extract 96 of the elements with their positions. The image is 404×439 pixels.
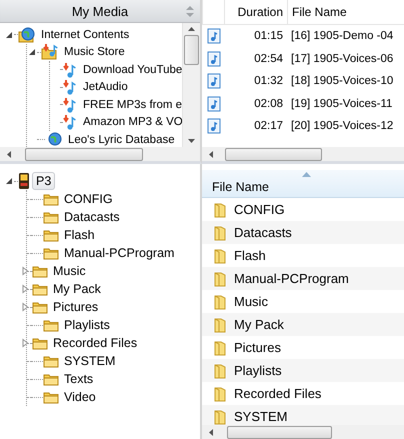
table-cell-text: 01:15 bbox=[253, 30, 284, 42]
folder-name[interactable]: CONFIG bbox=[234, 202, 285, 217]
folder-icon bbox=[43, 390, 59, 404]
folder-icon bbox=[214, 340, 226, 356]
expand-icon[interactable] bbox=[20, 338, 30, 348]
scroll-thumb[interactable] bbox=[184, 35, 199, 65]
tree-item[interactable]: Pictures bbox=[50, 299, 102, 315]
tree-item[interactable]: Leo's Lyric Database bbox=[65, 132, 178, 147]
tree-item[interactable]: FREE MP3s from e bbox=[80, 98, 182, 112]
tree-item[interactable]: CONFIG bbox=[61, 191, 116, 207]
tree-item[interactable]: P3 bbox=[32, 172, 56, 190]
table-cell-text: [19] 1905-Voices-11 bbox=[290, 98, 394, 110]
panel-title: My Media bbox=[72, 4, 128, 18]
table-cell-text: 01:32 bbox=[253, 75, 284, 88]
table-cell-text: [17] 1905-Voices-06 bbox=[290, 52, 394, 65]
download-note-icon bbox=[62, 79, 78, 96]
table-cell-text: [16] 1905-Demo -04 bbox=[290, 30, 394, 42]
tree-item[interactable]: JetAudio bbox=[80, 80, 131, 94]
scroll-up-icon[interactable] bbox=[188, 26, 195, 33]
collapse-icon[interactable] bbox=[4, 176, 14, 186]
tree-item[interactable]: Texts bbox=[61, 371, 96, 387]
tree-item[interactable]: My Pack bbox=[50, 281, 104, 297]
folder-name[interactable]: Recorded Files bbox=[234, 386, 322, 401]
table-cell-text: [20] 1905-Voices-12 bbox=[290, 120, 394, 132]
folder-icon bbox=[43, 228, 59, 242]
download-note-icon bbox=[62, 114, 78, 130]
folder-icon bbox=[214, 248, 226, 264]
folder-icon bbox=[32, 336, 48, 350]
table-cell-text: 02:08 bbox=[253, 98, 284, 110]
folder-icon bbox=[43, 372, 59, 386]
tree-item[interactable]: Flash bbox=[61, 227, 98, 243]
tree-item[interactable]: Amazon MP3 & VO bbox=[80, 115, 182, 130]
column-header[interactable]: File Name bbox=[287, 0, 404, 24]
tree-item[interactable]: Music Store bbox=[61, 45, 128, 60]
folder-name[interactable]: Datacasts bbox=[234, 225, 292, 240]
tree-item[interactable]: Internet Contents bbox=[38, 28, 132, 42]
media-player-icon bbox=[18, 172, 30, 190]
globe-folder-icon bbox=[18, 26, 36, 43]
tree-item[interactable]: Download YouTube bbox=[80, 62, 182, 77]
folder-icon bbox=[43, 192, 59, 206]
horizontal-scrollbar[interactable] bbox=[0, 147, 200, 161]
folder-icon bbox=[32, 282, 48, 296]
music-file-icon bbox=[206, 28, 222, 44]
download-note-icon bbox=[62, 62, 78, 78]
folder-icon bbox=[214, 224, 226, 240]
horizontal-scrollbar[interactable] bbox=[202, 425, 404, 439]
folder-icon bbox=[214, 270, 226, 286]
folder-name[interactable]: Flash bbox=[234, 248, 266, 263]
folder-name[interactable]: Music bbox=[234, 294, 268, 309]
collapse-icon[interactable] bbox=[27, 47, 37, 58]
folder-icon bbox=[214, 362, 226, 378]
folder-icon bbox=[43, 354, 59, 368]
collapse-icon[interactable] bbox=[4, 30, 14, 40]
table-cell-text: 02:17 bbox=[253, 120, 284, 132]
scroll-thumb[interactable] bbox=[225, 148, 322, 160]
folder-icon bbox=[214, 386, 226, 402]
folder-name[interactable]: SYSTEM bbox=[234, 409, 288, 424]
scroll-left-icon[interactable] bbox=[208, 428, 215, 436]
table-cell-text: [18] 1905-Voices-10 bbox=[290, 75, 394, 88]
folder-name[interactable]: Playlists bbox=[234, 363, 282, 378]
folder-icon bbox=[214, 294, 226, 310]
download-note-icon bbox=[62, 96, 78, 113]
folder-name[interactable]: Pictures bbox=[234, 340, 281, 355]
tree-item[interactable]: Recorded Files bbox=[50, 335, 140, 351]
tree-item[interactable]: Video bbox=[61, 389, 99, 405]
tree-item[interactable]: Music bbox=[50, 263, 89, 279]
scroll-down-icon[interactable] bbox=[188, 137, 195, 144]
tree-item[interactable]: Manual-PCProgram bbox=[61, 245, 178, 261]
folder-icon bbox=[32, 300, 48, 314]
folder-icon bbox=[43, 210, 59, 224]
folder-icon bbox=[214, 316, 226, 332]
tree-item[interactable]: SYSTEM bbox=[61, 353, 118, 369]
music-file-icon bbox=[206, 50, 222, 67]
folder-icon bbox=[43, 318, 59, 332]
folder-icon bbox=[32, 264, 48, 278]
music-file-icon bbox=[206, 118, 222, 134]
scroll-thumb[interactable] bbox=[227, 426, 332, 438]
sort-up-icon bbox=[302, 172, 311, 177]
folder-name[interactable]: My Pack bbox=[234, 317, 284, 332]
music-file-icon bbox=[206, 96, 222, 112]
table-cell-text: 02:54 bbox=[253, 52, 284, 65]
scroll-left-icon[interactable] bbox=[208, 150, 215, 158]
music-folder-icon bbox=[41, 44, 59, 60]
column-header[interactable]: File Name bbox=[202, 170, 404, 198]
scroll-left-icon[interactable] bbox=[6, 150, 13, 158]
folder-icon bbox=[43, 246, 59, 260]
tree-item[interactable]: Datacasts bbox=[61, 209, 123, 225]
sort-arrows-icon[interactable] bbox=[186, 6, 194, 17]
scroll-thumb[interactable] bbox=[25, 148, 143, 160]
folder-icon bbox=[214, 408, 226, 424]
folder-icon bbox=[214, 202, 226, 218]
horizontal-scrollbar[interactable] bbox=[202, 147, 404, 161]
vertical-scrollbar[interactable] bbox=[182, 23, 200, 147]
column-header[interactable]: Duration bbox=[224, 0, 287, 24]
tree-item[interactable]: Playlists bbox=[61, 317, 113, 333]
music-file-icon bbox=[206, 73, 222, 90]
